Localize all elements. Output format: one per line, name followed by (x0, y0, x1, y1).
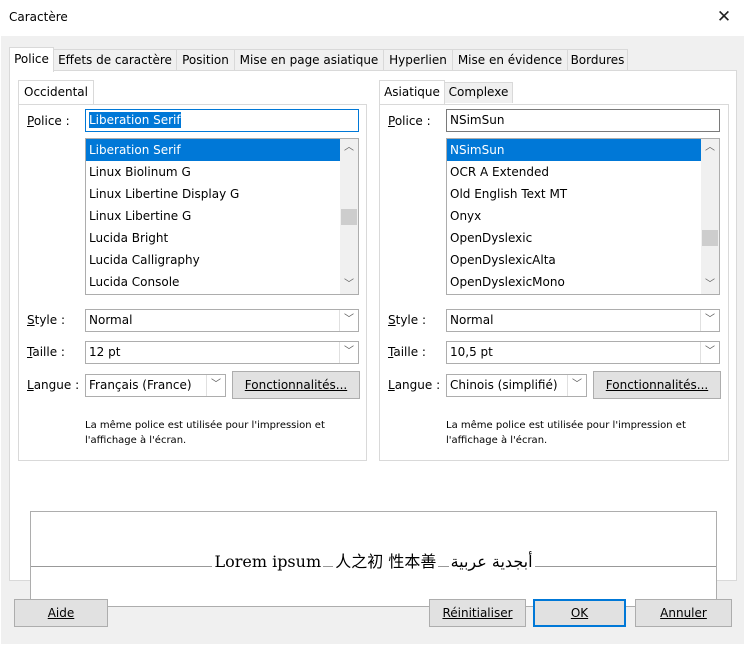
list-item[interactable]: Lucida Console (86, 271, 358, 293)
preview-latin: Lorem ipsum (212, 552, 324, 571)
asian-features-button[interactable]: Fonctionnalités... (593, 371, 721, 399)
list-item[interactable]: OpenDyslexic (447, 227, 719, 249)
western-font-input[interactable]: Liberation Serif (85, 109, 359, 132)
tab-mise-en-page-asiatique[interactable]: Mise en page asiatique (234, 49, 384, 71)
asian-lang-combo[interactable]: Chinois (simplifié) ﹀ (446, 374, 587, 397)
chevron-down-icon[interactable]: ﹀ (206, 375, 225, 396)
title-bar: Caractère ✕ (0, 0, 745, 36)
list-item[interactable]: Onyx (447, 205, 719, 227)
western-size-combo[interactable]: 12 pt ﹀ (85, 341, 359, 364)
cancel-button[interactable]: Annuler (635, 599, 732, 627)
chevron-down-icon[interactable]: ﹀ (701, 276, 719, 294)
chevron-down-icon[interactable]: ﹀ (339, 342, 358, 363)
dialog-body: Police Effets de caractère Position Mise… (1, 36, 744, 644)
western-features-button[interactable]: Fonctionnalités... (232, 371, 360, 399)
western-size-label: Taille : (27, 345, 65, 359)
scroll-thumb[interactable] (341, 209, 357, 225)
tab-bordures[interactable]: Bordures (567, 49, 628, 71)
western-lang-combo[interactable]: Français (France) ﹀ (85, 374, 226, 397)
list-item[interactable]: OpenDyslexicMono (447, 271, 719, 293)
chevron-down-icon[interactable]: ﹀ (700, 342, 719, 363)
list-item[interactable]: Lucida Calligraphy (86, 249, 358, 271)
tab-panel-police: Occidental Police : Liberation Serif Lib… (9, 70, 737, 607)
asian-font-label: Police : (388, 114, 431, 128)
combo-value: Français (France) (89, 378, 192, 392)
asian-size-combo[interactable]: 10,5 pt ﹀ (446, 341, 720, 364)
western-lang-label: Langue : (27, 378, 80, 392)
western-style-label: Style : (27, 313, 66, 327)
reset-button[interactable]: Réinitialiser (429, 599, 526, 627)
list-item[interactable]: NSimSun (447, 139, 719, 161)
asian-size-label: Taille : (388, 345, 426, 359)
western-style-combo[interactable]: Normal ﹀ (85, 309, 359, 332)
chevron-up-icon[interactable]: ︿ (701, 139, 719, 157)
chevron-down-icon[interactable]: ﹀ (339, 310, 358, 331)
chevron-up-icon[interactable]: ︿ (340, 139, 358, 157)
scroll-thumb[interactable] (702, 230, 718, 246)
western-note: La même police est utilisée pour l'impre… (85, 420, 325, 446)
list-item[interactable]: Linux Libertine Display G (86, 183, 358, 205)
list-item[interactable]: Liberation Serif (86, 139, 358, 161)
tab-complexe[interactable]: Complexe (444, 82, 513, 103)
western-group: Police : Liberation Serif Liberation Ser… (18, 104, 367, 461)
chevron-down-icon[interactable]: ﹀ (700, 310, 719, 331)
asian-style-combo[interactable]: Normal ﹀ (446, 309, 720, 332)
western-font-label: Police : (27, 114, 70, 128)
combo-value: 10,5 pt (450, 345, 493, 359)
asian-lang-label: Langue : (388, 378, 441, 392)
preview-cjk: 人之初 性本善 (333, 552, 439, 571)
close-icon[interactable]: ✕ (713, 6, 735, 28)
scrollbar[interactable]: ︿ ﹀ (340, 139, 358, 294)
list-item[interactable]: Linux Libertine G (86, 205, 358, 227)
tab-police[interactable]: Police (9, 47, 54, 72)
scrollbar[interactable]: ︿ ﹀ (701, 139, 719, 294)
list-item[interactable]: Lucida Bright (86, 227, 358, 249)
tab-position[interactable]: Position (176, 49, 235, 71)
list-item[interactable]: OpenDyslexicAlta (447, 249, 719, 271)
combo-value: 12 pt (89, 345, 121, 359)
asian-note: La même police est utilisée pour l'impre… (446, 420, 686, 446)
chevron-down-icon[interactable]: ﹀ (340, 276, 358, 294)
combo-value: Normal (450, 313, 494, 327)
window-title: Caractère (9, 10, 68, 24)
list-item[interactable]: OCR A Extended (447, 161, 719, 183)
asian-style-label: Style : (388, 313, 427, 327)
font-preview: Lorem ipsum 人之初 性本善 أبجدية عربية (30, 511, 717, 607)
asian-font-list[interactable]: NSimSun OCR A Extended Old English Text … (446, 138, 720, 295)
tab-mise-en-evidence[interactable]: Mise en évidence (452, 49, 568, 71)
tab-occidental[interactable]: Occidental (18, 80, 94, 104)
asian-font-input[interactable]: NSimSun (446, 109, 720, 132)
tab-hyperlien[interactable]: Hyperlien (383, 49, 453, 71)
preview-text: Lorem ipsum 人之初 性本善 أبجدية عربية (31, 548, 716, 572)
preview-arabic: أبجدية عربية (448, 552, 535, 571)
western-font-list[interactable]: Liberation Serif Linux Biolinum G Linux … (85, 138, 359, 295)
list-item[interactable]: Old English Text MT (447, 183, 719, 205)
chevron-down-icon[interactable]: ﹀ (567, 375, 586, 396)
list-item[interactable]: Linux Biolinum G (86, 161, 358, 183)
ok-button[interactable]: OK (533, 599, 626, 627)
help-button[interactable]: Aide (14, 599, 108, 627)
combo-value: Normal (89, 313, 133, 327)
asian-group: Police : NSimSun NSimSun OCR A Extended … (379, 104, 729, 461)
combo-value: Chinois (simplifié) (450, 378, 558, 392)
tab-asiatique[interactable]: Asiatique (379, 80, 445, 104)
tab-effets[interactable]: Effets de caractère (53, 49, 177, 71)
